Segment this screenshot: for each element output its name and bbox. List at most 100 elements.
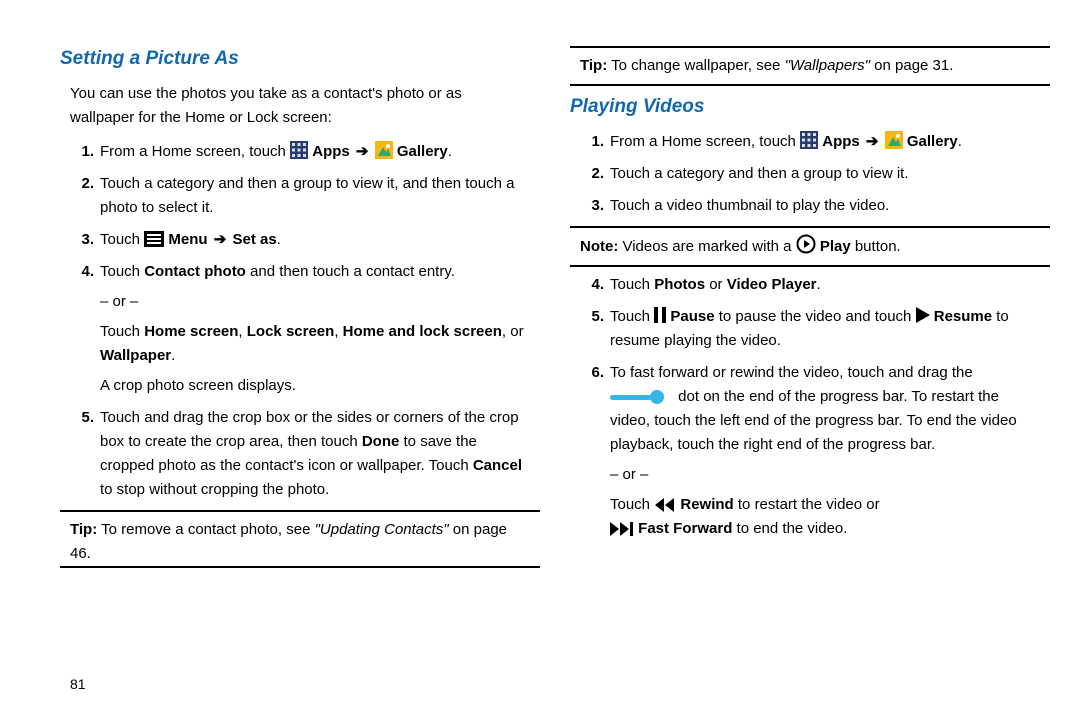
step-text: Touch: [610, 496, 654, 513]
arrow-icon: ➔: [866, 130, 879, 154]
tip-label: Tip:: [70, 521, 97, 538]
step-number: 6.: [580, 361, 604, 541]
resume-label: Resume: [934, 308, 992, 325]
apps-label: Apps: [312, 143, 350, 160]
gallery-label: Gallery: [397, 143, 448, 160]
tip-block: Tip: To remove a contact photo, see "Upd…: [70, 518, 530, 566]
step-text: dot on the end of the progress bar. To r…: [610, 388, 1017, 453]
step-text: to stop without cropping the photo.: [100, 481, 329, 498]
gallery-icon: [885, 131, 903, 149]
tip-reference: "Wallpapers": [785, 57, 870, 74]
rewind-icon: [654, 498, 676, 512]
cancel-label: Cancel: [473, 457, 522, 474]
step-number: 5.: [580, 305, 604, 353]
step-text: Touch: [100, 231, 144, 248]
divider: [570, 84, 1050, 86]
period: .: [448, 143, 452, 160]
steps-list-left: 1. From a Home screen, touch Apps ➔ Gall…: [70, 140, 530, 502]
step-text: From a Home screen, touch: [100, 143, 290, 160]
left-column: Setting a Picture As You can use the pho…: [60, 40, 540, 574]
steps-list-right-a: 1. From a Home screen, touch Apps ➔ Gall…: [580, 130, 1040, 218]
period: .: [171, 347, 175, 364]
tip-text: To change wallpaper, see: [607, 57, 784, 74]
step-body: To fast forward or rewind the video, tou…: [610, 361, 1040, 541]
step-number: 1.: [580, 130, 604, 154]
option-label: Home screen: [144, 323, 238, 340]
section-title-playing-videos: Playing Videos: [570, 92, 1050, 122]
tip-text: To remove a contact photo, see: [97, 521, 314, 538]
option-label: Lock screen: [247, 323, 335, 340]
photos-label: Photos: [654, 276, 705, 293]
period: .: [277, 231, 281, 248]
apps-label: Apps: [822, 133, 860, 150]
play-circle-icon: [796, 234, 816, 254]
step-text: Touch: [100, 323, 144, 340]
step-text: and then touch a contact entry.: [246, 263, 455, 280]
intro-text: You can use the photos you take as a con…: [70, 82, 530, 130]
step-text: Touch Home screen, Lock screen, Home and…: [100, 320, 530, 368]
step-body: Touch Menu ➔ Set as.: [100, 228, 530, 252]
option-label: Home and lock screen: [343, 323, 502, 340]
step-body: From a Home screen, touch Apps ➔ Gallery…: [100, 140, 530, 164]
progress-bar-icon: [610, 389, 670, 405]
right-column: Tip: To change wallpaper, see "Wallpaper…: [570, 40, 1050, 574]
divider: [570, 265, 1050, 267]
period: .: [958, 133, 962, 150]
or-separator: – or –: [610, 463, 1040, 487]
menu-label: Menu: [168, 231, 207, 248]
step-body: From a Home screen, touch Apps ➔ Gallery…: [610, 130, 1040, 154]
step-number: 3.: [580, 194, 604, 218]
arrow-icon: ➔: [356, 140, 369, 164]
tip-label: Tip:: [580, 57, 607, 74]
gallery-icon: [375, 141, 393, 159]
step-body: Touch a video thumbnail to play the vide…: [610, 194, 1040, 218]
apps-grid-icon: [800, 131, 818, 149]
divider: [60, 510, 540, 512]
step-body: Touch a category and then a group to vie…: [100, 172, 530, 220]
arrow-icon: ➔: [214, 228, 227, 252]
fast-forward-icon: [610, 522, 634, 536]
pause-label: Pause: [670, 308, 714, 325]
page-number: 81: [70, 676, 86, 692]
step-body: Touch Photos or Video Player.: [610, 273, 1040, 297]
step-body: Touch Pause to pause the video and touch…: [610, 305, 1040, 353]
step-number: 4.: [580, 273, 604, 297]
steps-list-right-b: 4. Touch Photos or Video Player. 5. Touc…: [580, 273, 1040, 541]
step-text: to restart the video or: [734, 496, 880, 513]
step-text: or: [705, 276, 727, 293]
tip-text: on page 31.: [870, 57, 953, 74]
comma: ,: [334, 323, 342, 340]
tip-block: Tip: To change wallpaper, see "Wallpaper…: [580, 54, 1040, 78]
pause-icon: [654, 307, 666, 323]
step-text: Touch: [610, 276, 654, 293]
period: .: [817, 276, 821, 293]
step-body: Touch and drag the crop box or the sides…: [100, 406, 530, 502]
step-number: 4.: [70, 260, 94, 398]
note-text: Videos are marked with a: [618, 238, 795, 255]
section-title-setting-picture: Setting a Picture As: [60, 44, 540, 74]
divider: [570, 46, 1050, 48]
comma: ,: [238, 323, 246, 340]
step-text: Touch: [610, 308, 654, 325]
step-body: Touch Contact photo and then touch a con…: [100, 260, 530, 398]
rewind-label: Rewind: [680, 496, 733, 513]
step-body: Touch a category and then a group to vie…: [610, 162, 1040, 186]
step-number: 1.: [70, 140, 94, 164]
step-text: Touch: [100, 263, 144, 280]
step-number: 5.: [70, 406, 94, 502]
step-text: to pause the video and touch: [715, 308, 916, 325]
step-text: Touch Rewind to restart the video or Fas…: [610, 493, 1040, 541]
done-label: Done: [362, 433, 400, 450]
divider: [60, 566, 540, 568]
note-text: button.: [851, 238, 901, 255]
fast-forward-label: Fast Forward: [638, 520, 732, 537]
contact-photo-label: Contact photo: [144, 263, 246, 280]
step-text: A crop photo screen displays.: [100, 374, 530, 398]
note-block: Note: Videos are marked with a Play butt…: [580, 234, 1040, 259]
divider: [570, 226, 1050, 228]
step-text: to end the video.: [732, 520, 847, 537]
gallery-label: Gallery: [907, 133, 958, 150]
apps-grid-icon: [290, 141, 308, 159]
menu-icon: [144, 231, 164, 247]
step-text: To fast forward or rewind the video, tou…: [610, 364, 973, 381]
